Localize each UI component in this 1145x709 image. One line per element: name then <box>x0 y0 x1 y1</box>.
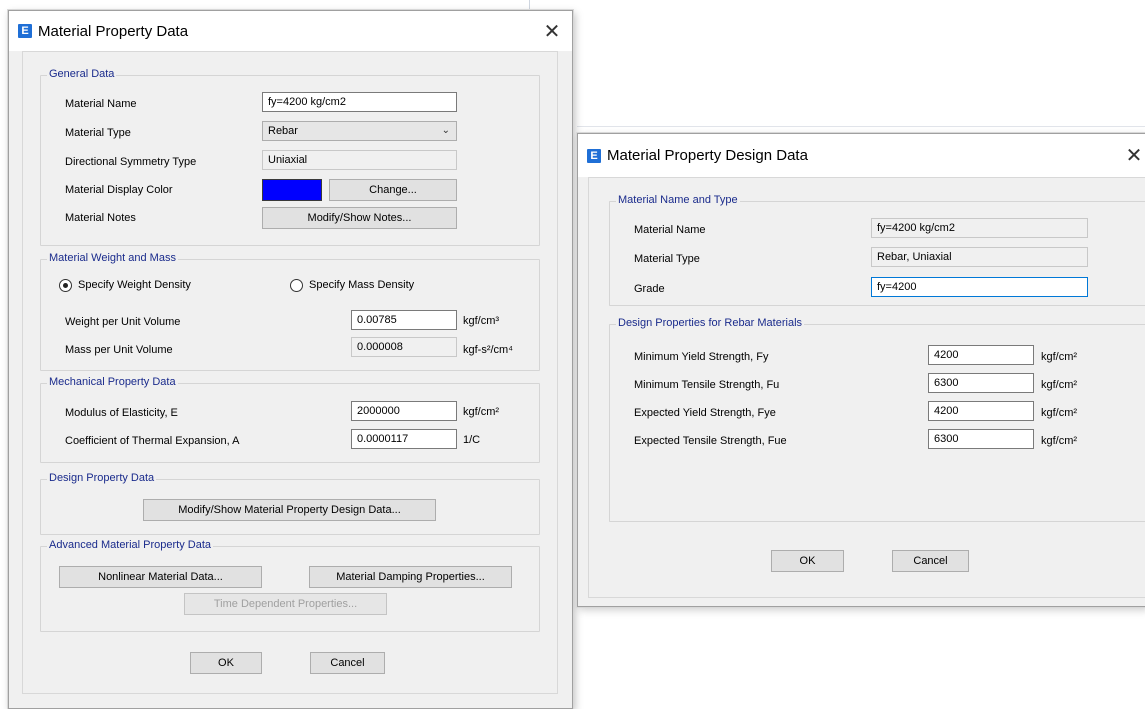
dialog-title: Material Property Data <box>38 22 189 40</box>
general-data-group: General Data Material Name fy=4200 kg/cm… <box>40 68 540 246</box>
group-title: Material Weight and Mass <box>47 252 178 264</box>
time-dependent-properties-button: Time Dependent Properties... <box>184 593 387 615</box>
material-name-label: Material Name <box>65 98 137 110</box>
mass-per-volume-label: Mass per Unit Volume <box>65 344 173 356</box>
material-property-design-data-dialog: E Material Property Design Data ✕ Materi… <box>577 133 1145 607</box>
backdrop-divider <box>577 126 1145 127</box>
rebar-row-label: Expected Yield Strength, Fye <box>634 407 776 419</box>
group-title: Mechanical Property Data <box>47 376 178 388</box>
weight-mass-group: Material Weight and Mass Specify Weight … <box>40 252 540 371</box>
weight-per-volume-input[interactable]: 0.00785 <box>351 310 457 330</box>
dialog-body: Material Name and Type Material Name fy=… <box>588 177 1145 598</box>
ok-button[interactable]: OK <box>190 652 262 674</box>
material-type-label: Material Type <box>65 127 131 139</box>
modulus-unit: kgf/cm² <box>463 406 500 418</box>
advanced-property-group: Advanced Material Property Data Nonlinea… <box>40 539 540 632</box>
group-title: General Data <box>47 68 117 80</box>
title-bar[interactable]: E Material Property Data ✕ <box>9 11 572 51</box>
nonlinear-material-data-button[interactable]: Nonlinear Material Data... <box>59 566 262 588</box>
rebar-design-group: Design Properties for Rebar Materials Mi… <box>609 317 1145 522</box>
cancel-button[interactable]: Cancel <box>310 652 385 674</box>
grade-input[interactable]: fy=4200 <box>871 277 1088 297</box>
thermal-expansion-input[interactable]: 0.0000117 <box>351 429 457 449</box>
modulus-input[interactable]: 2000000 <box>351 401 457 421</box>
material-type-field: Rebar, Uniaxial <box>871 247 1088 267</box>
group-title: Design Property Data <box>47 472 157 484</box>
rebar-row-unit: kgf/cm² <box>1041 351 1078 363</box>
weight-density-label[interactable]: Specify Weight Density <box>78 279 191 291</box>
change-color-button[interactable]: Change... <box>329 179 457 201</box>
mechanical-property-group: Mechanical Property Data Modulus of Elas… <box>40 376 540 463</box>
display-color-label: Material Display Color <box>65 184 173 196</box>
material-type-value: Rebar <box>268 125 298 137</box>
weight-per-volume-label: Weight per Unit Volume <box>65 316 181 328</box>
dialog-title: Material Property Design Data <box>607 147 808 164</box>
rebar-row-unit: kgf/cm² <box>1041 407 1078 419</box>
material-notes-label: Material Notes <box>65 212 136 224</box>
rebar-row-unit: kgf/cm² <box>1041 379 1078 391</box>
grade-label: Grade <box>634 283 665 295</box>
rebar-row-input[interactable]: 4200 <box>928 401 1034 421</box>
material-name-input[interactable]: fy=4200 kg/cm2 <box>262 92 457 112</box>
material-type-label: Material Type <box>634 253 700 265</box>
close-icon[interactable]: ✕ <box>1114 134 1145 177</box>
rebar-row-input[interactable]: 4200 <box>928 345 1034 365</box>
close-icon[interactable]: ✕ <box>532 11 572 51</box>
modify-show-design-data-button[interactable]: Modify/Show Material Property Design Dat… <box>143 499 436 521</box>
weight-unit: kgf/cm³ <box>463 315 500 327</box>
backdrop-divider <box>529 0 530 10</box>
mass-per-volume-field: 0.000008 <box>351 337 457 357</box>
display-color-swatch <box>262 179 322 201</box>
etabs-app-icon: E <box>18 24 32 38</box>
design-property-group: Design Property Data Modify/Show Materia… <box>40 472 540 535</box>
thermal-unit: 1/C <box>463 434 481 446</box>
group-title: Material Name and Type <box>616 194 740 206</box>
dialog-body: General Data Material Name fy=4200 kg/cm… <box>22 51 558 694</box>
material-name-field: fy=4200 kg/cm2 <box>871 218 1088 238</box>
mass-density-radio[interactable] <box>290 279 303 292</box>
rebar-row-input[interactable]: 6300 <box>928 429 1034 449</box>
rebar-row-input[interactable]: 6300 <box>928 373 1034 393</box>
thermal-expansion-label: Coefficient of Thermal Expansion, A <box>65 435 240 447</box>
symmetry-type-field: Uniaxial <box>262 150 457 170</box>
modulus-label: Modulus of Elasticity, E <box>65 407 178 419</box>
group-title: Advanced Material Property Data <box>47 539 214 551</box>
modify-show-notes-button[interactable]: Modify/Show Notes... <box>262 207 457 229</box>
material-damping-button[interactable]: Material Damping Properties... <box>309 566 512 588</box>
material-type-select[interactable]: Rebar ⌄ <box>262 121 457 141</box>
weight-density-radio[interactable] <box>59 279 72 292</box>
rebar-row-label: Minimum Tensile Strength, Fu <box>634 379 780 391</box>
symmetry-type-label: Directional Symmetry Type <box>65 156 197 168</box>
title-bar[interactable]: E Material Property Design Data ✕ <box>578 134 1145 177</box>
name-type-group: Material Name and Type Material Name fy=… <box>609 194 1145 306</box>
group-title: Design Properties for Rebar Materials <box>616 317 805 329</box>
ok-button[interactable]: OK <box>771 550 844 572</box>
rebar-row-label: Expected Tensile Strength, Fue <box>634 435 787 447</box>
cancel-button[interactable]: Cancel <box>892 550 969 572</box>
rebar-row-unit: kgf/cm² <box>1041 435 1078 447</box>
chevron-down-icon: ⌄ <box>441 125 450 136</box>
mass-unit: kgf-s²/cm⁴ <box>463 344 513 356</box>
rebar-row-label: Minimum Yield Strength, Fy <box>634 351 769 363</box>
material-property-data-dialog: E Material Property Data ✕ General Data … <box>8 10 573 709</box>
material-name-label: Material Name <box>634 224 706 236</box>
etabs-app-icon: E <box>587 148 601 163</box>
mass-density-label[interactable]: Specify Mass Density <box>309 279 414 291</box>
